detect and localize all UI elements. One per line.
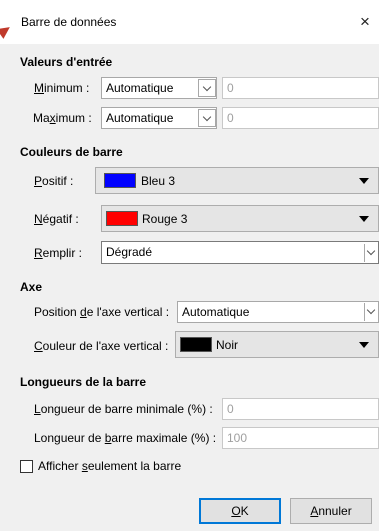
positive-color-swatch (104, 173, 136, 188)
chevron-down-icon (202, 112, 212, 122)
max-length-field[interactable]: 100 (222, 427, 379, 449)
maximum-label: Maximum : (33, 111, 92, 125)
max-length-value: 100 (227, 431, 248, 445)
only-bar-checkbox[interactable] (20, 460, 33, 473)
positive-color-dropdown[interactable]: Bleu 3 (95, 167, 379, 194)
negative-color-swatch (106, 211, 138, 226)
section-bar-lengths-title: Longueurs de la barre (20, 375, 147, 389)
cancel-button[interactable]: Annuler (290, 498, 372, 524)
negative-color-name: Rouge 3 (142, 212, 188, 226)
minimum-label: Minimum : (34, 81, 90, 95)
max-length-label: Longueur de barre maximale (%) : (34, 431, 217, 445)
positive-color-label: Positif : (34, 174, 74, 188)
axis-color-name: Noir (216, 338, 239, 352)
axis-position-value: Automatique (182, 305, 250, 319)
dialog-title: Barre de données (21, 15, 117, 29)
section-input-values-title: Valeurs d'entrée (20, 55, 113, 69)
axis-color-label: Couleur de l'axe vertical : (34, 339, 169, 353)
maximum-value: 0 (227, 111, 234, 125)
chevron-down-icon (366, 305, 376, 315)
section-axis-title: Axe (20, 280, 43, 294)
dialog-titlebar: Barre de données × (0, 0, 379, 44)
maximum-value-field[interactable]: 0 (222, 107, 379, 129)
fill-select[interactable]: Dégradé (101, 241, 379, 264)
fill-label: Remplir : (34, 246, 83, 260)
minimum-value: 0 (227, 81, 234, 95)
axis-color-swatch (180, 337, 212, 352)
close-icon[interactable]: × (352, 10, 378, 34)
maximum-mode-dropdown-button[interactable] (198, 109, 216, 127)
chevron-down-icon (202, 82, 212, 92)
chevron-down-icon (366, 246, 376, 256)
minimum-value-field[interactable]: 0 (222, 77, 379, 99)
axis-color-dropdown[interactable]: Noir (175, 331, 379, 358)
maximum-mode-value: Automatique (106, 111, 174, 125)
min-length-value: 0 (227, 402, 234, 416)
axis-position-select[interactable]: Automatique (177, 301, 379, 323)
maximum-mode-select[interactable]: Automatique (101, 107, 217, 129)
minimum-mode-select[interactable]: Automatique (101, 77, 217, 99)
minimum-mode-dropdown-button[interactable] (198, 79, 216, 97)
min-length-label: Longueur de barre minimale (%) : (34, 402, 213, 416)
negative-color-dropdown[interactable]: Rouge 3 (101, 205, 379, 232)
dropdown-arrow-icon (359, 342, 369, 348)
dropdown-arrow-icon (359, 216, 369, 222)
only-bar-label[interactable]: Afficher seulement la barre (38, 459, 181, 473)
min-length-field[interactable]: 0 (222, 398, 379, 420)
fill-value: Dégradé (106, 245, 153, 259)
positive-color-name: Bleu 3 (141, 174, 176, 188)
minimum-mode-value: Automatique (106, 81, 174, 95)
ok-button[interactable]: OK (199, 498, 281, 524)
negative-color-label: Négatif : (34, 212, 79, 226)
section-bar-colors-title: Couleurs de barre (20, 145, 123, 159)
axis-position-label: Position de l'axe vertical : (34, 305, 170, 319)
fill-dropdown-button[interactable] (364, 244, 378, 262)
axis-position-dropdown-button[interactable] (364, 303, 378, 321)
dropdown-arrow-icon (359, 178, 369, 184)
